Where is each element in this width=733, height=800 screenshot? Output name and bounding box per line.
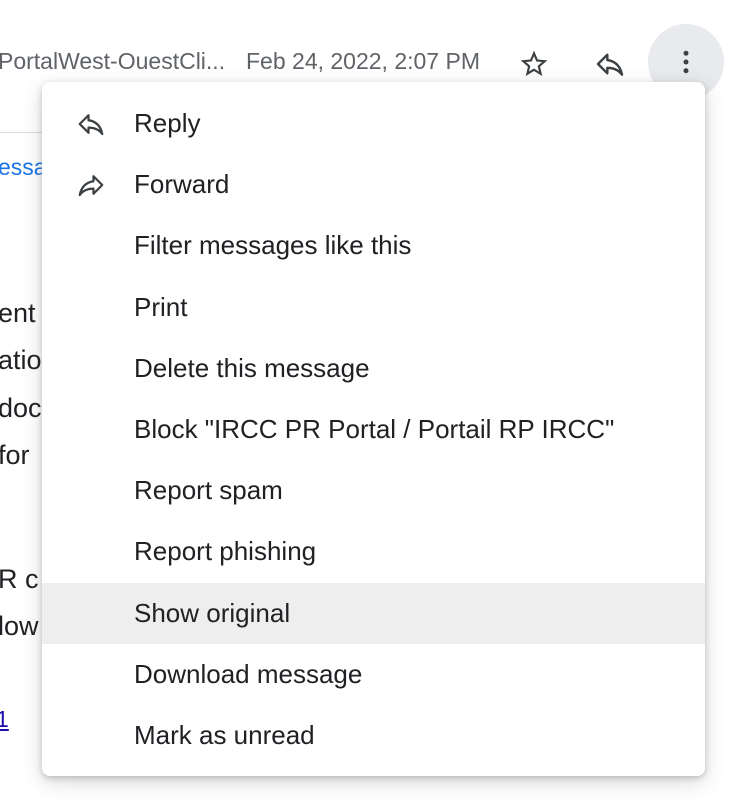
message-actions-menu: Reply Forward Filter messages like this … — [42, 82, 705, 776]
menu-item-label: Report spam — [134, 475, 283, 506]
menu-item-label: Block "IRCC PR Portal / Portail RP IRCC" — [134, 414, 615, 445]
menu-item-label: Report phishing — [134, 536, 317, 567]
background-text-line: low — [0, 611, 39, 641]
background-text-line: for — [0, 440, 30, 470]
menu-item-label: Forward — [134, 169, 230, 200]
menu-item-block-sender[interactable]: Block "IRCC PR Portal / Portail RP IRCC" — [42, 399, 705, 460]
background-link-fragment-2[interactable]: 1 — [0, 706, 9, 733]
menu-item-report-spam[interactable]: Report spam — [42, 460, 705, 521]
menu-item-forward[interactable]: Forward — [42, 154, 705, 215]
menu-item-reply[interactable]: Reply — [42, 93, 705, 154]
menu-item-label: Print — [134, 291, 188, 322]
menu-item-label: Download message — [134, 658, 363, 689]
menu-item-label: Reply — [134, 108, 201, 139]
star-outline-icon — [520, 50, 548, 76]
menu-item-download-message[interactable]: Download message — [42, 644, 705, 705]
menu-item-filter-messages[interactable]: Filter messages like this — [42, 215, 705, 276]
background-text-line: atio — [0, 345, 42, 375]
menu-item-report-phishing[interactable]: Report phishing — [42, 521, 705, 582]
menu-item-label: Mark as unread — [134, 719, 315, 750]
sender-name[interactable]: PortalWest-OuestCli... — [0, 48, 225, 75]
forward-icon — [76, 170, 106, 200]
background-link-fragment[interactable]: essa — [0, 154, 47, 181]
reply-icon — [76, 109, 106, 139]
background-text-line: doc — [0, 393, 42, 423]
email-view: PortalWest-OuestCli... Feb 24, 2022, 2:0… — [0, 0, 733, 800]
menu-item-label: Delete this message — [134, 352, 370, 383]
reply-icon — [596, 53, 624, 76]
menu-item-label: Filter messages like this — [134, 230, 412, 261]
menu-item-print[interactable]: Print — [42, 277, 705, 338]
message-date: Feb 24, 2022, 2:07 PM — [246, 48, 480, 74]
more-vert-icon — [683, 50, 689, 74]
menu-item-mark-unread[interactable]: Mark as unread — [42, 705, 705, 766]
menu-item-label: Show original — [134, 597, 291, 628]
menu-item-delete[interactable]: Delete this message — [42, 338, 705, 399]
background-text-line: R c — [0, 564, 39, 594]
menu-item-show-original[interactable]: Show original — [42, 582, 705, 644]
